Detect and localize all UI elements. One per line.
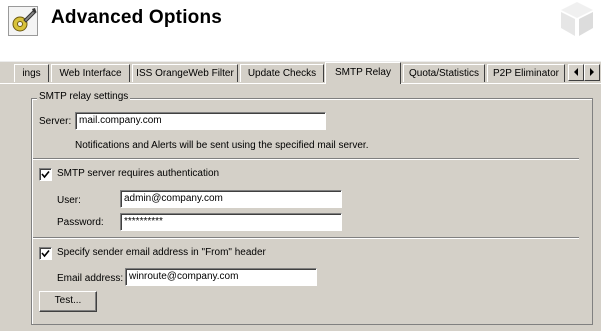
smtp-settings-groupbox	[31, 98, 593, 325]
page-title: Advanced Options	[51, 7, 223, 28]
password-label: Password:	[57, 217, 104, 228]
auth-checkbox[interactable]	[39, 168, 52, 181]
cube-watermark-icon	[559, 0, 595, 40]
tab-iss-orangeweb-filter[interactable]: ISS OrangeWeb Filter	[132, 64, 238, 82]
header: Advanced Options	[0, 0, 601, 42]
smtp-relay-panel: SMTP relay settings Server: mail.company…	[0, 83, 601, 331]
email-input[interactable]: winroute@company.com	[125, 268, 317, 286]
password-input[interactable]: **********	[120, 213, 342, 231]
server-input[interactable]: mail.company.com	[75, 112, 326, 130]
user-input[interactable]: admin@company.com	[120, 190, 342, 208]
wrench-settings-icon	[8, 6, 38, 36]
tab-quota-statistics[interactable]: Quota/Statistics	[403, 64, 485, 82]
tab-strip: ings Web Interface ISS OrangeWeb Filter …	[0, 61, 601, 84]
separator	[33, 158, 579, 160]
auth-checkbox-label: SMTP server requires authentication	[57, 168, 220, 179]
server-note: Notifications and Alerts will be sent us…	[75, 140, 369, 151]
arrow-right-icon[interactable]	[584, 64, 600, 81]
from-header-checkbox[interactable]	[39, 247, 52, 260]
user-label: User:	[57, 195, 81, 206]
from-header-checkbox-label: Specify sender email address in "From" h…	[57, 247, 266, 258]
email-label: Email address:	[57, 273, 124, 284]
tab-smtp-relay[interactable]: SMTP Relay	[325, 62, 401, 84]
tab-update-checks[interactable]: Update Checks	[240, 64, 324, 82]
server-label: Server:	[39, 116, 72, 127]
tab-p2p-eliminator[interactable]: P2P Eliminator	[487, 64, 565, 82]
tab-web-interface[interactable]: Web Interface	[51, 64, 130, 82]
test-button[interactable]: Test...	[39, 291, 97, 312]
separator	[33, 237, 579, 239]
group-title: SMTP relay settings	[37, 91, 131, 102]
arrow-left-icon[interactable]	[568, 64, 584, 81]
tab-settings-partial[interactable]: ings	[14, 64, 49, 82]
